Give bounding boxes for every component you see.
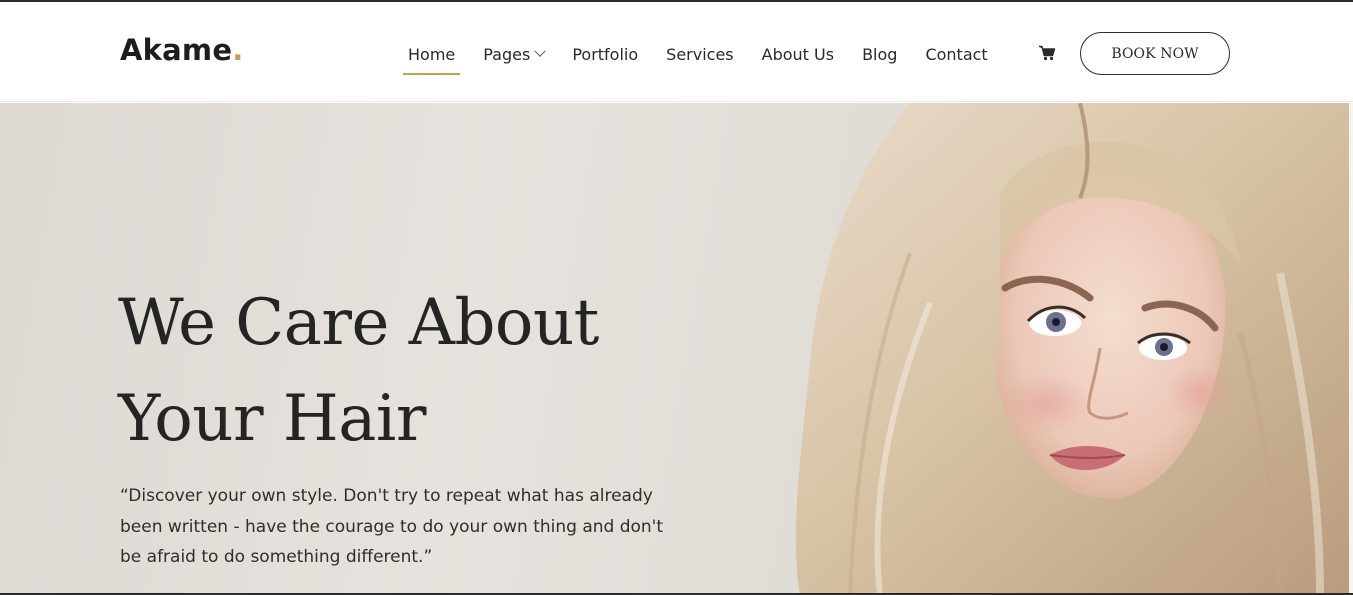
nav-item-services[interactable]: Services bbox=[666, 45, 733, 64]
nav-item-pages[interactable]: Pages bbox=[483, 44, 546, 64]
nav-item-contact[interactable]: Contact bbox=[925, 45, 987, 64]
nav-item-label: Home bbox=[408, 44, 456, 64]
nav-item-portfolio[interactable]: Portfolio bbox=[572, 45, 638, 64]
nav-item-label: Pages bbox=[483, 44, 531, 64]
nav-item-label: Contact bbox=[925, 44, 988, 64]
brand-logo[interactable]: Akame. bbox=[120, 36, 243, 65]
nav-item-label: Portfolio bbox=[572, 44, 639, 64]
nav-item-label: About Us bbox=[761, 44, 835, 64]
nav-item-home[interactable]: Home bbox=[402, 44, 461, 75]
nav-item-about-us[interactable]: About Us bbox=[762, 45, 834, 64]
hero-title-line-2: Your Hair bbox=[118, 382, 426, 456]
hero-quote: “Discover your own style. Don't try to r… bbox=[120, 486, 664, 567]
site-header: Akame. Home Pages Portfolio Services Abo… bbox=[0, 2, 1353, 102]
nav-item-label: Blog bbox=[862, 44, 898, 64]
brand-dot: . bbox=[232, 33, 244, 67]
portrait-photo bbox=[795, 103, 1350, 595]
book-now-button[interactable]: BOOK NOW bbox=[1080, 32, 1230, 75]
main-navigation: Home Pages Portfolio Services About Us B… bbox=[402, 40, 1016, 75]
chevron-down-icon bbox=[534, 45, 546, 57]
nav-item-blog[interactable]: Blog bbox=[862, 45, 897, 64]
nav-item-label: Services bbox=[666, 44, 734, 64]
brand-name: Akame bbox=[120, 33, 233, 67]
cart-icon[interactable] bbox=[1038, 45, 1056, 61]
hero-section: We Care About Your Hair “Discover your o… bbox=[0, 103, 1353, 595]
hero-right-edge bbox=[1349, 103, 1353, 595]
hero-title: We Care About Your Hair bbox=[118, 275, 758, 467]
hero-title-line-1: We Care About bbox=[118, 286, 599, 360]
